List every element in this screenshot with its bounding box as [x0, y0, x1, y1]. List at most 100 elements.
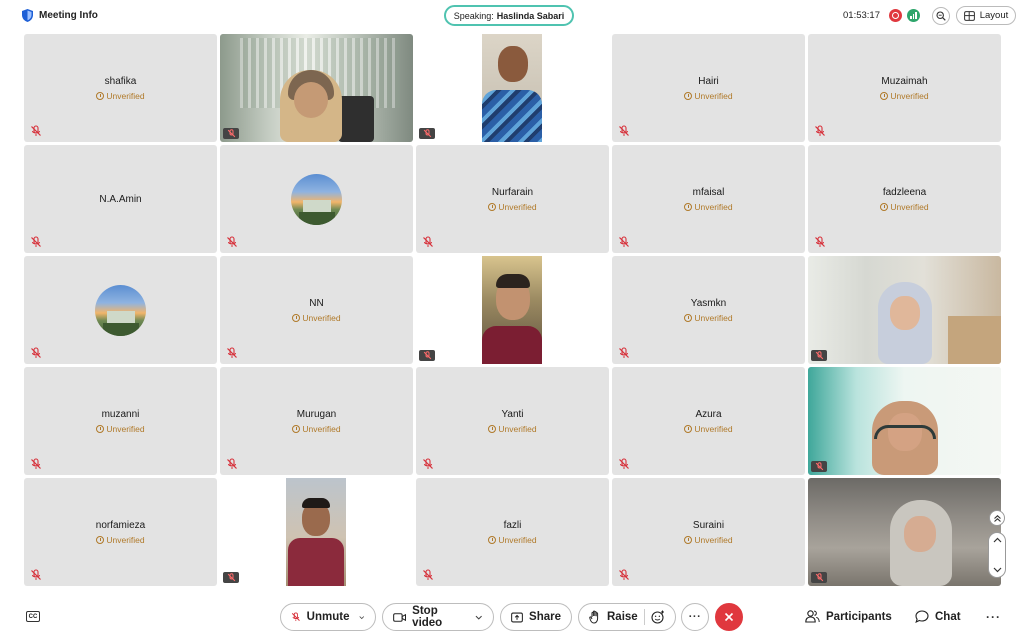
- status-text: Unverified: [106, 423, 145, 434]
- participant-video-tile[interactable]: [220, 478, 413, 586]
- verification-status: Unverified: [96, 535, 145, 545]
- scroll-to-top-button[interactable]: [989, 510, 1005, 526]
- raise-hand-button[interactable]: Raise: [578, 603, 676, 631]
- participant-tile[interactable]: fadzleena Unverified: [808, 145, 1001, 253]
- mic-muted-icon: [619, 236, 629, 247]
- participant-name: Hairi: [698, 75, 719, 87]
- participant-tile[interactable]: Suraini Unverified: [612, 478, 805, 586]
- participant-tile[interactable]: Yasmkn Unverified: [612, 256, 805, 364]
- participant-tile[interactable]: Hairi Unverified: [612, 34, 805, 142]
- share-button[interactable]: Share: [500, 603, 572, 631]
- status-text: Unverified: [890, 90, 929, 101]
- participant-name: Suraini: [692, 519, 725, 531]
- mic-muted-icon: [223, 128, 239, 139]
- more-menu-button[interactable]: ···: [986, 610, 1001, 624]
- layout-button[interactable]: Layout: [956, 6, 1016, 25]
- chevron-down-icon[interactable]: [475, 615, 483, 620]
- network-signal-icon[interactable]: [907, 9, 920, 22]
- page-scroll-control: [988, 532, 1006, 578]
- chevron-down-icon[interactable]: [359, 615, 365, 620]
- status-text: Unverified: [302, 423, 341, 434]
- close-icon: [724, 612, 734, 622]
- leave-meeting-button[interactable]: [715, 603, 743, 631]
- clock-icon: [96, 535, 105, 544]
- avatar: [291, 173, 342, 225]
- chat-label: Chat: [935, 610, 961, 623]
- mic-muted-icon: [227, 347, 237, 358]
- participant-tile[interactable]: mfaisal Unverified: [612, 145, 805, 253]
- participant-tile[interactable]: fazli Unverified: [416, 478, 609, 586]
- participant-tile[interactable]: shafika Unverified: [24, 34, 217, 142]
- clock-icon: [488, 424, 497, 433]
- verification-status: Unverified: [488, 424, 537, 434]
- chat-bubble-icon: [915, 610, 929, 623]
- unmute-button[interactable]: Unmute: [280, 603, 376, 631]
- mic-muted-icon: [419, 350, 435, 361]
- participant-grid: shafika Unverified Hairi Unverified Muza…: [24, 34, 1001, 586]
- layout-label: Layout: [979, 10, 1009, 21]
- participant-tile[interactable]: Murugan Unverified: [220, 367, 413, 475]
- layout-grid-icon: [963, 10, 975, 21]
- closed-captions-button[interactable]: CC: [26, 611, 40, 622]
- participant-video-tile[interactable]: [808, 256, 1001, 364]
- chevron-up-icon[interactable]: [993, 537, 1002, 543]
- participant-video-tile[interactable]: [220, 34, 413, 142]
- participant-name: muzanni: [101, 408, 140, 420]
- participant-tile[interactable]: NN Unverified: [220, 256, 413, 364]
- clock-icon: [684, 424, 693, 433]
- participant-tile[interactable]: Muzaimah Unverified: [808, 34, 1001, 142]
- participant-video-tile[interactable]: [808, 367, 1001, 475]
- mic-muted-icon: [815, 125, 825, 136]
- participant-video-tile[interactable]: [808, 478, 1001, 586]
- verification-status: Unverified: [292, 312, 341, 323]
- chevron-down-icon[interactable]: [993, 567, 1002, 573]
- status-text: Unverified: [694, 534, 733, 545]
- mic-muted-icon: [227, 458, 237, 469]
- mic-muted-icon: [423, 569, 433, 580]
- divider: [643, 609, 645, 625]
- verification-status: Unverified: [684, 202, 733, 212]
- participant-tile[interactable]: norfamieza Unverified: [24, 478, 217, 586]
- recording-icon[interactable]: [889, 9, 902, 22]
- participant-tile[interactable]: N.A.Amin: [24, 145, 217, 253]
- clock-icon: [684, 535, 693, 544]
- zoom-icon: [936, 11, 946, 21]
- meeting-info-label: Meeting Info: [39, 10, 98, 21]
- status-text: Unverified: [106, 90, 145, 101]
- participant-tile[interactable]: Nurfarain Unverified: [416, 145, 609, 253]
- verification-status: Unverified: [292, 423, 341, 434]
- clock-icon: [684, 91, 693, 100]
- verification-status: Unverified: [96, 90, 145, 101]
- participant-tile[interactable]: [220, 145, 413, 253]
- participant-video-tile[interactable]: [416, 34, 609, 142]
- participant-tile[interactable]: muzanni Unverified: [24, 367, 217, 475]
- participant-tile[interactable]: Yanti Unverified: [416, 367, 609, 475]
- participants-label: Participants: [826, 610, 892, 623]
- participant-video-tile[interactable]: [416, 256, 609, 364]
- participants-button[interactable]: Participants: [805, 610, 892, 623]
- stop-video-label: Stop video: [412, 605, 443, 629]
- status-text: Unverified: [302, 312, 341, 323]
- verification-status: Unverified: [488, 201, 537, 212]
- meeting-timer: 01:53:17: [843, 10, 880, 21]
- status-text: Unverified: [498, 201, 537, 212]
- stop-video-button[interactable]: Stop video: [382, 603, 494, 631]
- clock-icon: [880, 202, 889, 211]
- chat-button[interactable]: Chat: [915, 610, 961, 623]
- participant-tile[interactable]: [24, 256, 217, 364]
- participant-video: [482, 256, 542, 364]
- participant-tile[interactable]: Azura Unverified: [612, 367, 805, 475]
- mic-muted-icon: [619, 458, 629, 469]
- mic-muted-icon: [31, 458, 41, 469]
- more-options-button[interactable]: ···: [681, 603, 709, 631]
- mic-muted-icon: [227, 236, 237, 247]
- participant-name: norfamieza: [95, 519, 146, 531]
- mic-muted-icon: [619, 569, 629, 580]
- video-camera-icon: [393, 612, 407, 622]
- reaction-emoji-icon[interactable]: [651, 610, 665, 624]
- zoom-button[interactable]: [932, 7, 950, 25]
- meeting-info-button[interactable]: Meeting Info: [22, 9, 98, 22]
- participant-video: [286, 478, 346, 586]
- top-bar: Meeting Info Speaking: Haslinda Sabari 0…: [0, 0, 1024, 32]
- mic-muted-icon: [223, 572, 239, 583]
